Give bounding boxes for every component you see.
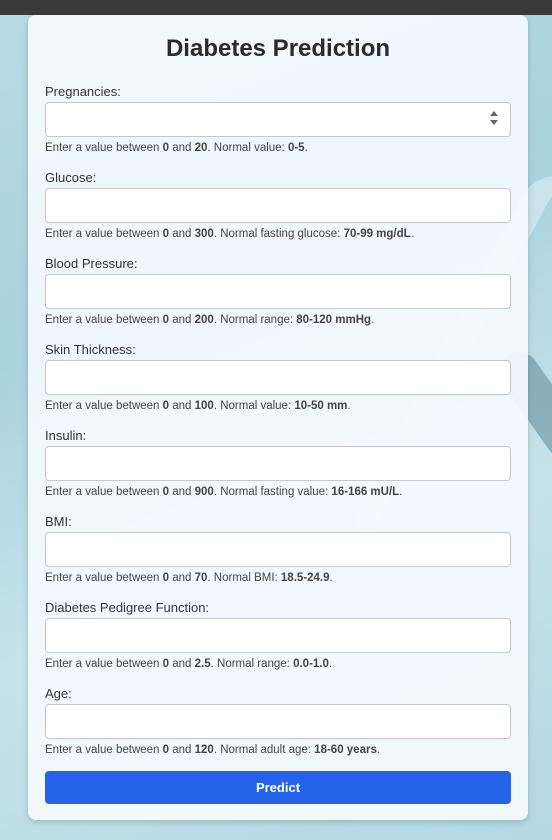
pregnancies-input[interactable]	[46, 103, 510, 136]
spinner-up-icon[interactable]	[490, 111, 498, 116]
age-hint: Enter a value between 0 and 120. Normal …	[45, 744, 381, 756]
prediction-form-card: Diabetes Prediction Pregnancies: Enter a…	[28, 15, 528, 820]
age-label: Age:	[45, 686, 72, 701]
insulin-label: Insulin:	[45, 428, 87, 443]
spinner-down-icon[interactable]	[490, 120, 498, 125]
predict-button[interactable]: Predict	[45, 771, 511, 804]
skin-thickness-input[interactable]	[46, 361, 510, 394]
glucose-hint: Enter a value between 0 and 300. Normal …	[45, 228, 414, 240]
browser-top-bar	[0, 0, 552, 15]
bmi-input-box	[45, 532, 511, 567]
glucose-input-box	[45, 188, 511, 223]
field-insulin: Insulin: Enter a value between 0 and 900…	[45, 429, 511, 515]
diabetes-pedigree-hint: Enter a value between 0 and 2.5. Normal …	[45, 658, 333, 670]
field-diabetes-pedigree: Diabetes Pedigree Function: Enter a valu…	[45, 601, 511, 687]
pregnancies-input-box	[45, 102, 511, 137]
bmi-hint: Enter a value between 0 and 70. Normal B…	[45, 572, 333, 584]
blood-pressure-hint: Enter a value between 0 and 200. Normal …	[45, 314, 375, 326]
glucose-label: Glucose:	[45, 170, 97, 185]
blood-pressure-input-box	[45, 274, 511, 309]
insulin-input[interactable]	[46, 447, 510, 480]
bmi-input[interactable]	[46, 533, 510, 566]
field-skin-thickness: Skin Thickness: Enter a value between 0 …	[45, 343, 511, 429]
blood-pressure-input[interactable]	[46, 275, 510, 308]
field-blood-pressure: Blood Pressure: Enter a value between 0 …	[45, 257, 511, 343]
pregnancies-label: Pregnancies:	[45, 84, 121, 99]
insulin-hint: Enter a value between 0 and 900. Normal …	[45, 486, 403, 498]
diabetes-pedigree-label: Diabetes Pedigree Function:	[45, 600, 210, 615]
field-age: Age: Enter a value between 0 and 120. No…	[45, 687, 511, 773]
number-spinner[interactable]	[490, 111, 498, 129]
age-input-box	[45, 704, 511, 739]
insulin-input-box	[45, 446, 511, 481]
glucose-input[interactable]	[46, 189, 510, 222]
skin-thickness-label: Skin Thickness:	[45, 342, 136, 357]
field-bmi: BMI: Enter a value between 0 and 70. Nor…	[45, 515, 511, 601]
bmi-label: BMI:	[45, 514, 72, 529]
diabetes-pedigree-input-box	[45, 618, 511, 653]
blood-pressure-label: Blood Pressure:	[45, 256, 138, 271]
diabetes-pedigree-input[interactable]	[46, 619, 510, 652]
form-fields: Pregnancies: Enter a value between 0 and…	[45, 85, 511, 773]
page-title: Diabetes Prediction	[165, 35, 391, 62]
field-pregnancies: Pregnancies: Enter a value between 0 and…	[45, 85, 511, 171]
field-glucose: Glucose: Enter a value between 0 and 300…	[45, 171, 511, 257]
skin-thickness-input-box	[45, 360, 511, 395]
skin-thickness-hint: Enter a value between 0 and 100. Normal …	[45, 400, 351, 412]
pregnancies-hint: Enter a value between 0 and 20. Normal v…	[45, 142, 308, 154]
age-input[interactable]	[46, 705, 510, 738]
